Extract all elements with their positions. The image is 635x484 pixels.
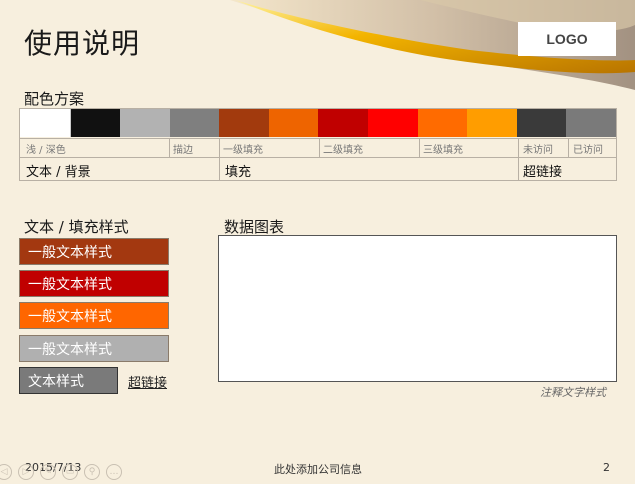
color-swatch: [20, 109, 71, 137]
zoom-icon[interactable]: ⚲: [84, 464, 100, 480]
divider: [419, 138, 420, 157]
label-text-background: 文本 / 背景: [26, 165, 91, 180]
label-unvisited: 未访问: [523, 145, 553, 156]
divider: [518, 138, 519, 181]
color-swatch: [169, 109, 220, 137]
palette-heading: 配色方案: [24, 90, 85, 108]
pen-icon[interactable]: ✎: [40, 464, 56, 480]
divider: [319, 138, 320, 157]
color-swatch: [120, 109, 170, 137]
chart-heading: 数据图表: [224, 218, 285, 236]
hyperlink-sample[interactable]: 超链接: [128, 372, 167, 391]
palette-small-labels: 浅 / 深色 描边 一级填充 二级填充 三级填充 未访问 已访问: [20, 138, 616, 158]
text-style-button-2[interactable]: 一般文本样式: [19, 270, 169, 297]
logo: LOGO: [518, 22, 616, 56]
label-stroke: 描边: [173, 145, 193, 156]
divider: [219, 138, 220, 181]
footer-company: 此处添加公司信息: [274, 463, 362, 476]
divider: [169, 138, 170, 157]
label-hyperlink: 超链接: [523, 165, 563, 180]
swatch-row: [20, 109, 616, 137]
color-swatch: [219, 109, 269, 137]
styles-heading: 文本 / 填充样式: [24, 218, 129, 236]
color-swatch: [70, 109, 121, 137]
label-light-dark: 浅 / 深色: [26, 145, 66, 156]
annotation-text: 注释文字样式: [540, 386, 606, 399]
divider: [568, 138, 569, 157]
text-style-button-3[interactable]: 一般文本样式: [19, 302, 169, 329]
label-fill-2: 二级填充: [323, 145, 363, 156]
color-palette-table: 浅 / 深色 描边 一级填充 二级填充 三级填充 未访问 已访问 文本 / 背景…: [19, 108, 617, 181]
text-style-button-5[interactable]: 文本样式: [19, 367, 118, 394]
text-style-button-4[interactable]: 一般文本样式: [19, 335, 169, 362]
color-swatch: [368, 109, 418, 137]
color-swatch: [268, 109, 319, 137]
label-fill: 填充: [225, 165, 252, 180]
color-swatch: [566, 109, 616, 137]
text-style-button-1[interactable]: 一般文本样式: [19, 238, 169, 265]
label-visited: 已访问: [573, 145, 603, 156]
color-swatch: [318, 109, 369, 137]
color-swatch: [467, 109, 517, 137]
label-fill-1: 一级填充: [223, 145, 263, 156]
slideshow-controls: ◁ ▷ ✎ ▭ ⚲ …: [0, 464, 122, 480]
next-icon[interactable]: ▷: [18, 464, 34, 480]
color-swatch: [417, 109, 468, 137]
palette-big-labels: 文本 / 背景 填充 超链接: [20, 157, 616, 181]
chart-placeholder[interactable]: [218, 235, 617, 382]
more-icon[interactable]: …: [106, 464, 122, 480]
prev-icon[interactable]: ◁: [0, 464, 12, 480]
page-title: 使用说明: [24, 27, 141, 60]
slides-icon[interactable]: ▭: [62, 464, 78, 480]
label-fill-3: 三级填充: [423, 145, 463, 156]
color-swatch: [516, 109, 567, 137]
page-number: 2: [603, 461, 610, 474]
